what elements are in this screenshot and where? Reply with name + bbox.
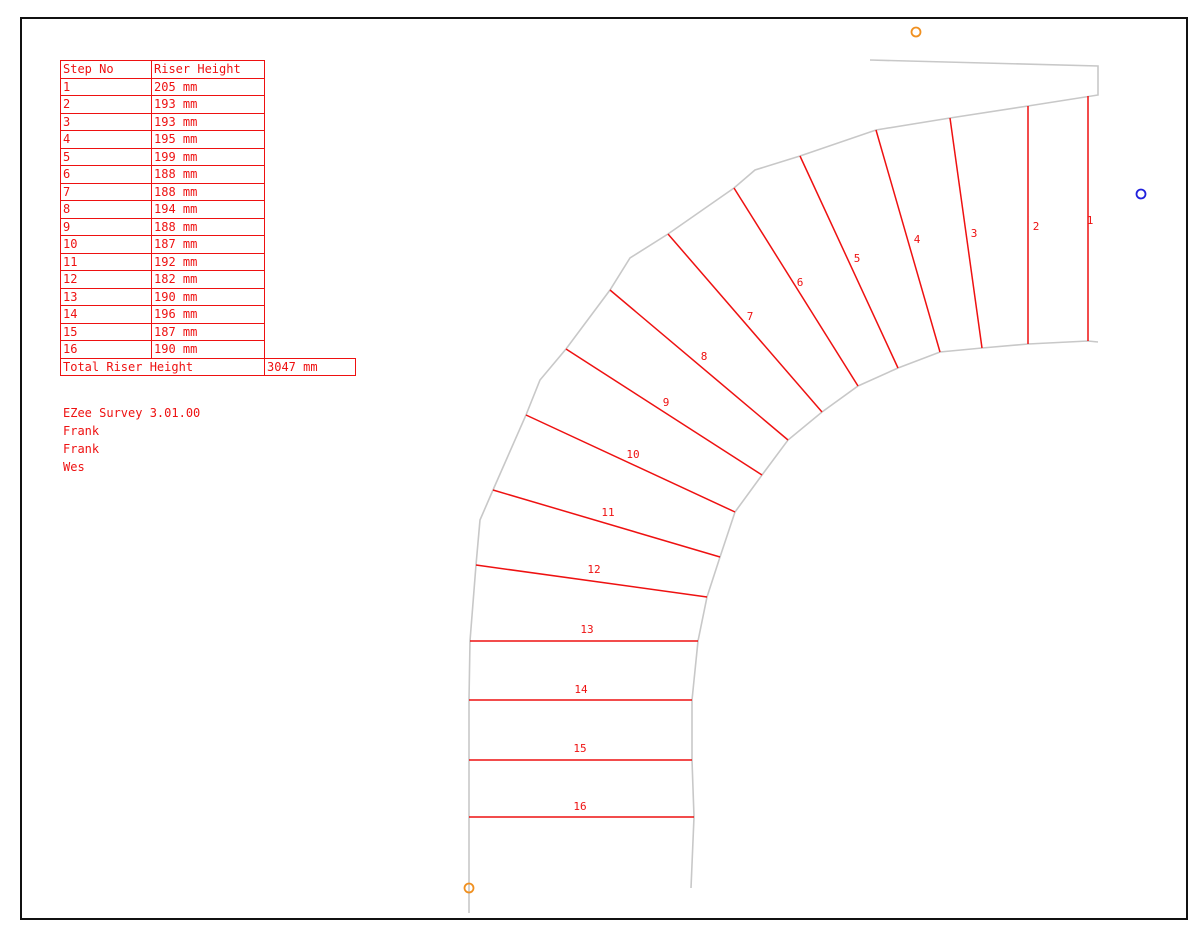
survey-markers [463, 26, 1147, 894]
step-number-cell: 3 [60, 112, 152, 131]
step-number-cell: 11 [60, 252, 152, 271]
table-row: 16 190 mm [60, 340, 356, 359]
note-line: Frank [63, 424, 100, 438]
survey-notes: EZee Survey 3.01.00 Frank Frank Wes [63, 404, 200, 476]
riser-height-cell: 205 mm [151, 77, 265, 96]
riser-height-cell: 188 mm [151, 182, 265, 201]
total-riser-value: 3047 mm [264, 357, 356, 376]
stair-outline [468, 59, 1099, 913]
step-number-cell: 15 [60, 322, 152, 341]
end-point-marker [910, 26, 922, 38]
riser-height-table: Step No Riser Height 1 205 mm 2 193 mm 3 193 … [60, 60, 356, 376]
tread-line-11 [492, 489, 721, 558]
table-row: 11 192 mm [60, 252, 356, 271]
riser-height-cell: 188 mm [151, 217, 265, 236]
step-label-16: 16 [573, 800, 586, 813]
step-label-1: 1 [1087, 214, 1094, 227]
table-row: 4 195 mm [60, 130, 356, 149]
step-number-cell: 7 [60, 182, 152, 201]
step-number-cell: 13 [60, 287, 152, 306]
step-label-7: 7 [747, 310, 754, 323]
note-line: Wes [63, 460, 85, 474]
step-label-9: 9 [663, 396, 670, 409]
table-row: 15 187 mm [60, 322, 356, 341]
table-row: 3 193 mm [60, 112, 356, 131]
riser-height-cell: 187 mm [151, 322, 265, 341]
step-label-4: 4 [914, 233, 921, 246]
table-header-row: Step No Riser Height [60, 60, 356, 79]
table-row: 9 188 mm [60, 217, 356, 236]
table-row: 1 205 mm [60, 77, 356, 96]
step-label-6: 6 [797, 276, 804, 289]
step-label-15: 15 [573, 742, 586, 755]
step-label-8: 8 [701, 350, 708, 363]
tread-line-5 [799, 155, 899, 369]
table-row: 12 182 mm [60, 270, 356, 289]
step-number-cell: 12 [60, 270, 152, 289]
riser-height-cell: 190 mm [151, 287, 265, 306]
riser-height-cell: 190 mm [151, 340, 265, 359]
step-number-cell: 4 [60, 130, 152, 149]
riser-height-cell: 199 mm [151, 147, 265, 166]
reference-point-marker [1135, 188, 1147, 200]
step-label-5: 5 [854, 252, 861, 265]
riser-height-cell: 195 mm [151, 130, 265, 149]
step-number-cell: 16 [60, 340, 152, 359]
note-line: Frank [63, 442, 100, 456]
tread-line-7 [667, 233, 823, 413]
step-label-10: 10 [626, 448, 639, 461]
table-row: 2 193 mm [60, 95, 356, 114]
table-row: 5 199 mm [60, 147, 356, 166]
step-number-cell: 8 [60, 200, 152, 219]
header-riser-height: Riser Height [151, 60, 265, 79]
table-row: 14 196 mm [60, 305, 356, 324]
table-row: 8 194 mm [60, 200, 356, 219]
step-number-cell: 10 [60, 235, 152, 254]
tread-line-10 [525, 414, 736, 513]
tread-line-4 [875, 129, 941, 353]
table-row: 13 190 mm [60, 287, 356, 306]
step-number-cell: 2 [60, 95, 152, 114]
step-label-11: 11 [601, 506, 614, 519]
step-labels: 12345678910111213141516 [573, 214, 1093, 813]
step-number-cell: 1 [60, 77, 152, 96]
step-number-cell: 6 [60, 165, 152, 184]
riser-height-cell: 193 mm [151, 112, 265, 131]
riser-height-cell: 182 mm [151, 270, 265, 289]
table-row: 6 188 mm [60, 165, 356, 184]
table-total-row: Total Riser Height 3047 mm [60, 357, 356, 376]
step-number-cell: 14 [60, 305, 152, 324]
riser-height-cell: 196 mm [151, 305, 265, 324]
step-label-2: 2 [1033, 220, 1040, 233]
step-number-cell: 5 [60, 147, 152, 166]
riser-height-cell: 187 mm [151, 235, 265, 254]
header-step-no: Step No [60, 60, 152, 79]
step-number-cell: 9 [60, 217, 152, 236]
step-label-14: 14 [574, 683, 588, 696]
tread-lines [469, 96, 1089, 818]
tread-line-9 [565, 348, 763, 476]
step-label-3: 3 [971, 227, 978, 240]
total-riser-label: Total Riser Height [60, 357, 265, 376]
table-row: 10 187 mm [60, 235, 356, 254]
table-row: 7 188 mm [60, 182, 356, 201]
software-version: EZee Survey 3.01.00 [63, 406, 201, 420]
step-label-12: 12 [587, 563, 600, 576]
riser-height-cell: 188 mm [151, 165, 265, 184]
tread-line-8 [609, 289, 789, 441]
step-label-13: 13 [580, 623, 593, 636]
riser-height-cell: 193 mm [151, 95, 265, 114]
outer-stringer [468, 59, 1099, 913]
riser-height-cell: 192 mm [151, 252, 265, 271]
inner-stringer [690, 340, 1099, 889]
riser-height-cell: 194 mm [151, 200, 265, 219]
